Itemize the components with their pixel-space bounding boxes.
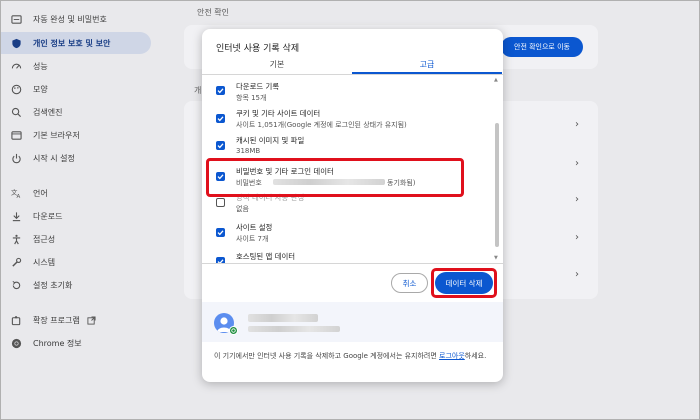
autofill-icon <box>10 13 22 25</box>
sidebar-item-label: 개인 정보 보호 및 보안 <box>33 38 111 48</box>
chevron-right-icon[interactable]: › <box>575 158 579 169</box>
option-title: 사이트 설정 <box>236 223 273 232</box>
option-title: 다운로드 기록 <box>236 82 280 91</box>
account-info <box>202 302 503 342</box>
power-icon <box>10 152 22 164</box>
sync-icon <box>229 326 238 335</box>
blurred-account-name <box>248 314 318 322</box>
sidebar-item-autofill[interactable]: 자동 완성 및 비밀번호 <box>1 8 151 30</box>
sidebar-item-label: 성능 <box>33 61 48 71</box>
sidebar-item-system[interactable]: 시스템 <box>1 251 151 273</box>
check-icon <box>217 143 224 149</box>
sidebar-item-about-chrome[interactable]: Chrome 정보 <box>1 332 151 354</box>
checkbox[interactable] <box>216 228 225 237</box>
checkbox[interactable] <box>216 114 225 123</box>
chevron-right-icon[interactable]: › <box>575 119 579 130</box>
chevron-right-icon[interactable]: › <box>575 269 579 280</box>
sidebar-item-reset[interactable]: 설정 초기화 <box>1 274 151 296</box>
check-icon <box>217 88 224 94</box>
translate-icon: 文A <box>10 187 22 199</box>
sidebar-item-appearance[interactable]: 모양 <box>1 78 151 100</box>
blurred-account-email <box>248 326 340 332</box>
chevron-right-icon[interactable]: › <box>575 232 579 243</box>
sidebar-item-languages[interactable]: 文A 언어 <box>1 182 151 204</box>
option-cached-files[interactable]: 캐시된 이미지 및 파일 318MB <box>202 134 492 160</box>
sidebar-item-label: 자동 완성 및 비밀번호 <box>33 14 107 24</box>
option-title: 캐시된 이미지 및 파일 <box>236 136 305 145</box>
scrollbar-thumb[interactable] <box>495 123 499 247</box>
sidebar-item-label: 검색엔진 <box>33 107 63 117</box>
sidebar-item-default-browser[interactable]: 기본 브라우저 <box>1 124 151 146</box>
cancel-button[interactable]: 취소 <box>391 273 428 293</box>
sidebar-item-label: 언어 <box>33 188 48 198</box>
option-subtitle: 사이트 7개 <box>236 235 269 243</box>
option-subtitle: 사이트 1,051개(Google 계정에 로그인된 상태가 유지됨) <box>236 121 407 129</box>
sidebar-item-on-startup[interactable]: 시작 시 설정 <box>1 147 151 169</box>
svg-text:A: A <box>16 194 20 199</box>
footer-suffix: 하세요. <box>464 352 487 360</box>
sidebar-item-downloads[interactable]: 다운로드 <box>1 205 151 227</box>
sidebar-item-accessibility[interactable]: 접근성 <box>1 228 151 250</box>
palette-icon <box>10 83 22 95</box>
clear-browsing-data-dialog: 인터넷 사용 기록 삭제 기본 고급 다운로드 기록 항목 15개 쿠키 및 기… <box>202 29 503 382</box>
sidebar-item-privacy[interactable]: 개인 정보 보호 및 보안 <box>1 32 151 54</box>
scroll-down-icon[interactable]: ▼ <box>494 255 498 261</box>
option-site-settings[interactable]: 사이트 설정 사이트 7개 <box>202 221 492 247</box>
sidebar-item-label: 접근성 <box>33 234 56 244</box>
sign-out-link[interactable]: 로그아웃 <box>439 352 465 360</box>
section-title: 안전 확인 <box>197 8 229 17</box>
option-title: 쿠키 및 기타 사이트 데이터 <box>236 109 321 118</box>
sidebar-item-label: 기본 브라우저 <box>33 130 80 140</box>
sidebar-item-label: 다운로드 <box>33 211 63 221</box>
safety-check-button[interactable]: 안전 확인으로 이동 <box>501 37 583 57</box>
option-subtitle: 없음 <box>236 205 249 213</box>
tab-basic[interactable]: 기본 <box>202 59 352 75</box>
checkbox[interactable] <box>216 86 225 95</box>
sidebar-item-label: Chrome 정보 <box>33 338 82 348</box>
sidebar-item-performance[interactable]: 성능 <box>1 55 151 77</box>
option-hosted-app-data[interactable]: 호스팅된 앱 데이터 <box>202 249 492 263</box>
check-icon <box>217 230 224 236</box>
sidebar-item-label: 확장 프로그램 <box>33 315 80 325</box>
chrome-icon <box>10 337 22 349</box>
highlight-box-passwords <box>206 158 464 197</box>
reset-icon <box>10 279 22 291</box>
scroll-up-icon[interactable]: ▲ <box>494 77 498 83</box>
sidebar: 자동 완성 및 비밀번호 개인 정보 보호 및 보안 성능 모양 검색엔진 기본… <box>1 1 161 419</box>
sidebar-item-label: 설정 초기화 <box>33 280 73 290</box>
performance-icon <box>10 60 22 72</box>
sidebar-item-label: 시스템 <box>33 257 56 267</box>
footer-text: 이 기기에서만 인터넷 사용 기록을 삭제하고 Google 계정에서는 유지하… <box>214 352 440 360</box>
check-icon <box>217 116 224 122</box>
delete-data-button[interactable]: 데이터 삭제 <box>435 272 493 294</box>
search-icon <box>10 106 22 118</box>
option-download-history[interactable]: 다운로드 기록 항목 15개 <box>202 75 492 102</box>
extension-icon <box>10 314 22 326</box>
footer-note: 이 기기에서만 인터넷 사용 기록을 삭제하고 Google 계정에서는 유지하… <box>214 351 497 362</box>
accessibility-icon <box>10 233 22 245</box>
option-title: 호스팅된 앱 데이터 <box>236 252 296 261</box>
sidebar-item-search-engine[interactable]: 검색엔진 <box>1 101 151 123</box>
option-subtitle: 항목 15개 <box>236 94 267 102</box>
dialog-title: 인터넷 사용 기록 삭제 <box>216 44 300 54</box>
section-title-partial: 개 <box>194 86 202 95</box>
shield-icon <box>10 37 22 49</box>
sidebar-item-label: 시작 시 설정 <box>33 153 75 163</box>
browser-icon <box>10 129 22 141</box>
sidebar-item-extensions[interactable]: 확장 프로그램 <box>1 309 151 331</box>
options-divider <box>202 263 503 264</box>
checkbox[interactable] <box>216 141 225 150</box>
external-link-icon <box>87 315 96 325</box>
chevron-right-icon[interactable]: › <box>575 194 579 205</box>
wrench-icon <box>10 256 22 268</box>
option-subtitle: 318MB <box>236 147 261 155</box>
checkbox[interactable] <box>216 198 225 207</box>
download-icon <box>10 210 22 222</box>
option-cookies[interactable]: 쿠키 및 기타 사이트 데이터 사이트 1,051개(Google 계정에 로그… <box>202 107 492 133</box>
settings-window: 자동 완성 및 비밀번호 개인 정보 보호 및 보안 성능 모양 검색엔진 기본… <box>0 0 700 420</box>
sidebar-item-label: 모양 <box>33 84 48 94</box>
tab-selected-indicator <box>352 72 502 74</box>
